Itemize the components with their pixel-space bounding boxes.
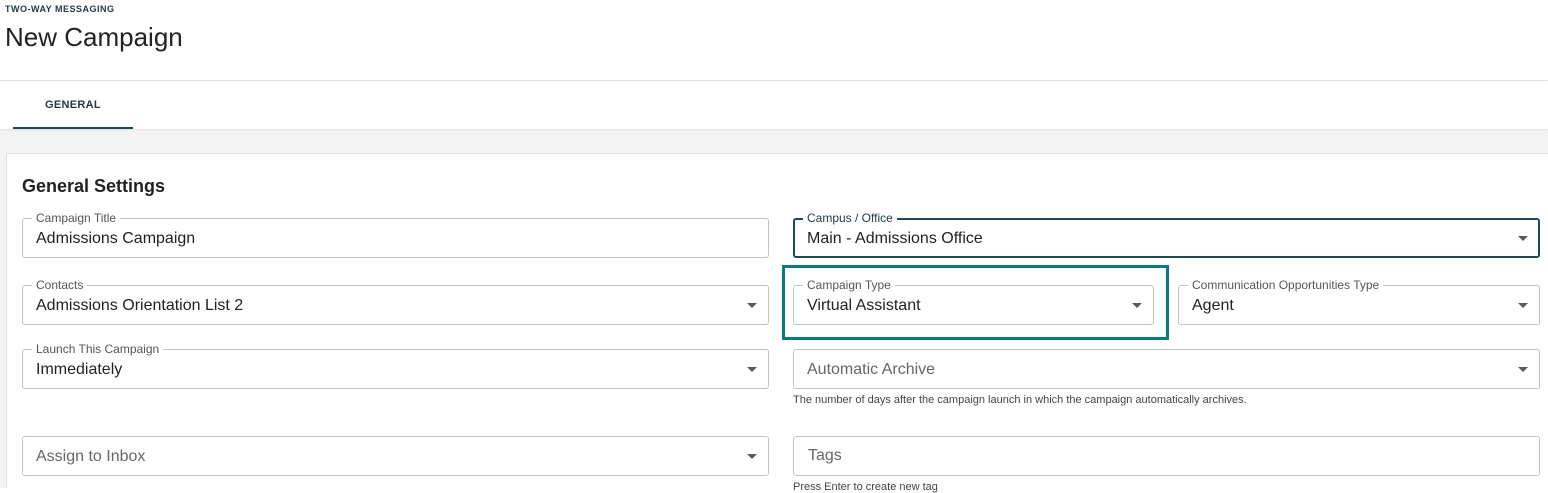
- campus-office-value: Main - Admissions Office: [807, 230, 983, 247]
- tags-input[interactable]: [806, 445, 1477, 467]
- automatic-archive-select[interactable]: Automatic Archive: [793, 349, 1540, 389]
- launch-campaign-label: Launch This Campaign: [32, 342, 164, 356]
- campaign-title-value: Admissions Campaign: [36, 230, 196, 247]
- campaign-title-field[interactable]: Campaign Title Admissions Campaign: [22, 211, 769, 258]
- automatic-archive-placeholder: Automatic Archive: [807, 361, 936, 378]
- page-title: New Campaign: [5, 22, 183, 52]
- chevron-down-icon: [747, 367, 757, 372]
- chevron-down-icon: [747, 454, 757, 459]
- communication-opportunities-type-select[interactable]: Communication Opportunities Type Agent: [1178, 278, 1540, 325]
- section-title: General Settings: [22, 176, 166, 196]
- campaign-type-highlight: [782, 265, 1169, 340]
- campus-office-label: Campus / Office: [803, 211, 897, 225]
- assign-inbox-placeholder: Assign to Inbox: [36, 448, 146, 465]
- chevron-down-icon: [1518, 236, 1528, 241]
- contacts-label: Contacts: [32, 278, 88, 292]
- campaign-title-label: Campaign Title: [32, 211, 121, 225]
- launch-campaign-select[interactable]: Launch This Campaign Immediately: [22, 342, 769, 389]
- communication-opportunities-type-value: Agent: [1192, 297, 1234, 314]
- chevron-down-icon: [1518, 303, 1528, 308]
- launch-campaign-value: Immediately: [36, 361, 123, 378]
- header-eyebrow: TWO-WAY MESSAGING: [5, 4, 115, 14]
- contacts-select[interactable]: Contacts Admissions Orientation List 2: [22, 278, 769, 325]
- tab-general-label: GENERAL: [45, 99, 101, 111]
- tab-general[interactable]: GENERAL: [13, 81, 133, 129]
- communication-opportunities-type-label: Communication Opportunities Type: [1188, 278, 1384, 292]
- tab-active-indicator: [13, 127, 133, 129]
- assign-inbox-select[interactable]: Assign to Inbox: [22, 436, 769, 476]
- campus-office-select[interactable]: Campus / Office Main - Admissions Office: [793, 211, 1540, 258]
- tab-bar: GENERAL: [0, 81, 1548, 129]
- automatic-archive-helper: The number of days after the campaign la…: [793, 394, 1247, 406]
- tags-field[interactable]: [793, 436, 1540, 476]
- tags-helper: Press Enter to create new tag: [793, 481, 938, 493]
- chevron-down-icon: [747, 303, 757, 308]
- chevron-down-icon: [1518, 367, 1528, 372]
- contacts-value: Admissions Orientation List 2: [36, 297, 244, 314]
